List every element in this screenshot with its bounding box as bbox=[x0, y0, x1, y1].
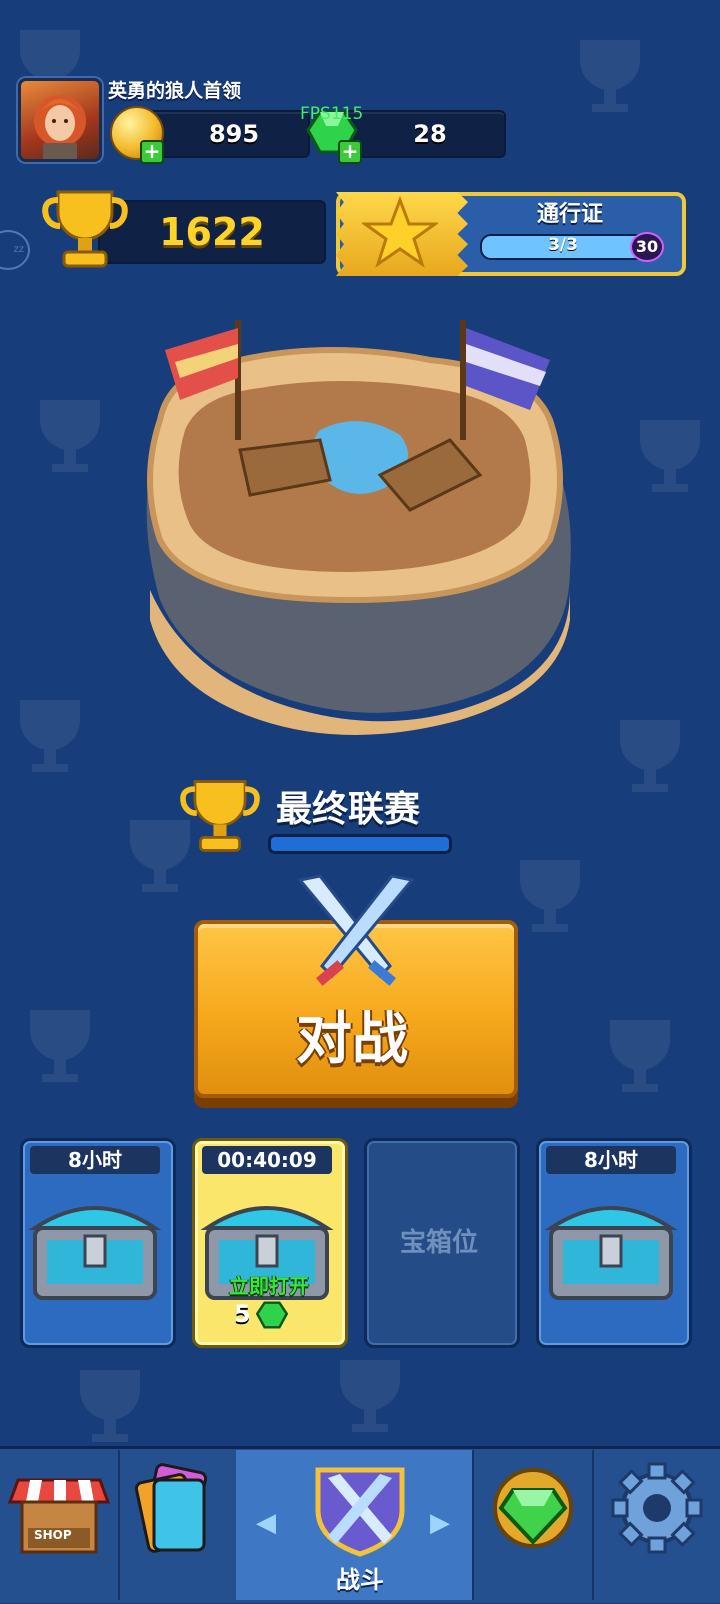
chest-icon bbox=[544, 1206, 678, 1300]
chest-slot-1-timer: 8小时 bbox=[30, 1146, 160, 1174]
add-coins-button[interactable]: + bbox=[140, 140, 164, 164]
nav-settings[interactable] bbox=[594, 1450, 720, 1600]
battle-shield-icon[interactable] bbox=[308, 1462, 412, 1558]
nav-left-arrow-icon[interactable]: ◀ bbox=[256, 1508, 276, 1538]
league-name: 最终联赛 bbox=[276, 789, 421, 830]
side-tab[interactable]: zz bbox=[0, 230, 30, 270]
pass-progress-text: 3/3 bbox=[548, 235, 578, 255]
trophy-icon bbox=[42, 190, 128, 268]
nav-right-arrow-icon[interactable]: ▶ bbox=[430, 1508, 450, 1538]
coin-counter: 895 bbox=[148, 110, 310, 158]
avatar-portrait-icon bbox=[34, 95, 86, 159]
trophy-count: 1622 bbox=[98, 200, 326, 264]
league-progress-bar bbox=[268, 834, 452, 854]
pass-title: 通行证 bbox=[536, 202, 603, 227]
nav-cards[interactable] bbox=[120, 1450, 236, 1600]
chest-slot-4-timer: 8小时 bbox=[546, 1146, 676, 1174]
shop-icon bbox=[7, 1478, 111, 1554]
chest-slot-2-timer: 00:40:09 bbox=[202, 1146, 332, 1174]
league-trophy-icon bbox=[180, 780, 260, 852]
star-icon bbox=[362, 196, 438, 268]
pass-level-badge: 30 bbox=[630, 232, 664, 262]
shop-text: SHOP bbox=[34, 1528, 72, 1542]
gem-counter: 28 bbox=[344, 110, 506, 158]
nav-shop[interactable]: SHOP bbox=[0, 1450, 118, 1600]
gear-icon bbox=[611, 1462, 703, 1554]
player-avatar[interactable] bbox=[18, 78, 102, 162]
fps-counter: FPS115 bbox=[300, 104, 364, 124]
player-name: 英勇的狼人首领 bbox=[108, 80, 242, 102]
nav-gems[interactable] bbox=[474, 1450, 592, 1600]
add-gems-button[interactable]: + bbox=[338, 140, 362, 164]
crossed-swords-icon bbox=[297, 874, 415, 986]
chest-icon bbox=[28, 1206, 162, 1300]
arena-island[interactable] bbox=[130, 300, 580, 760]
open-cost: 5 bbox=[234, 1300, 251, 1328]
gem-icon bbox=[256, 1301, 288, 1329]
battle-button-label: 对战 bbox=[296, 1007, 408, 1072]
empty-slot-label: 宝箱位 bbox=[399, 1228, 478, 1258]
gem-shop-icon bbox=[493, 1468, 573, 1548]
cards-icon bbox=[134, 1463, 208, 1553]
open-now-label: 立即打开 bbox=[229, 1274, 309, 1298]
nav-battle-label: 战斗 bbox=[336, 1566, 384, 1594]
